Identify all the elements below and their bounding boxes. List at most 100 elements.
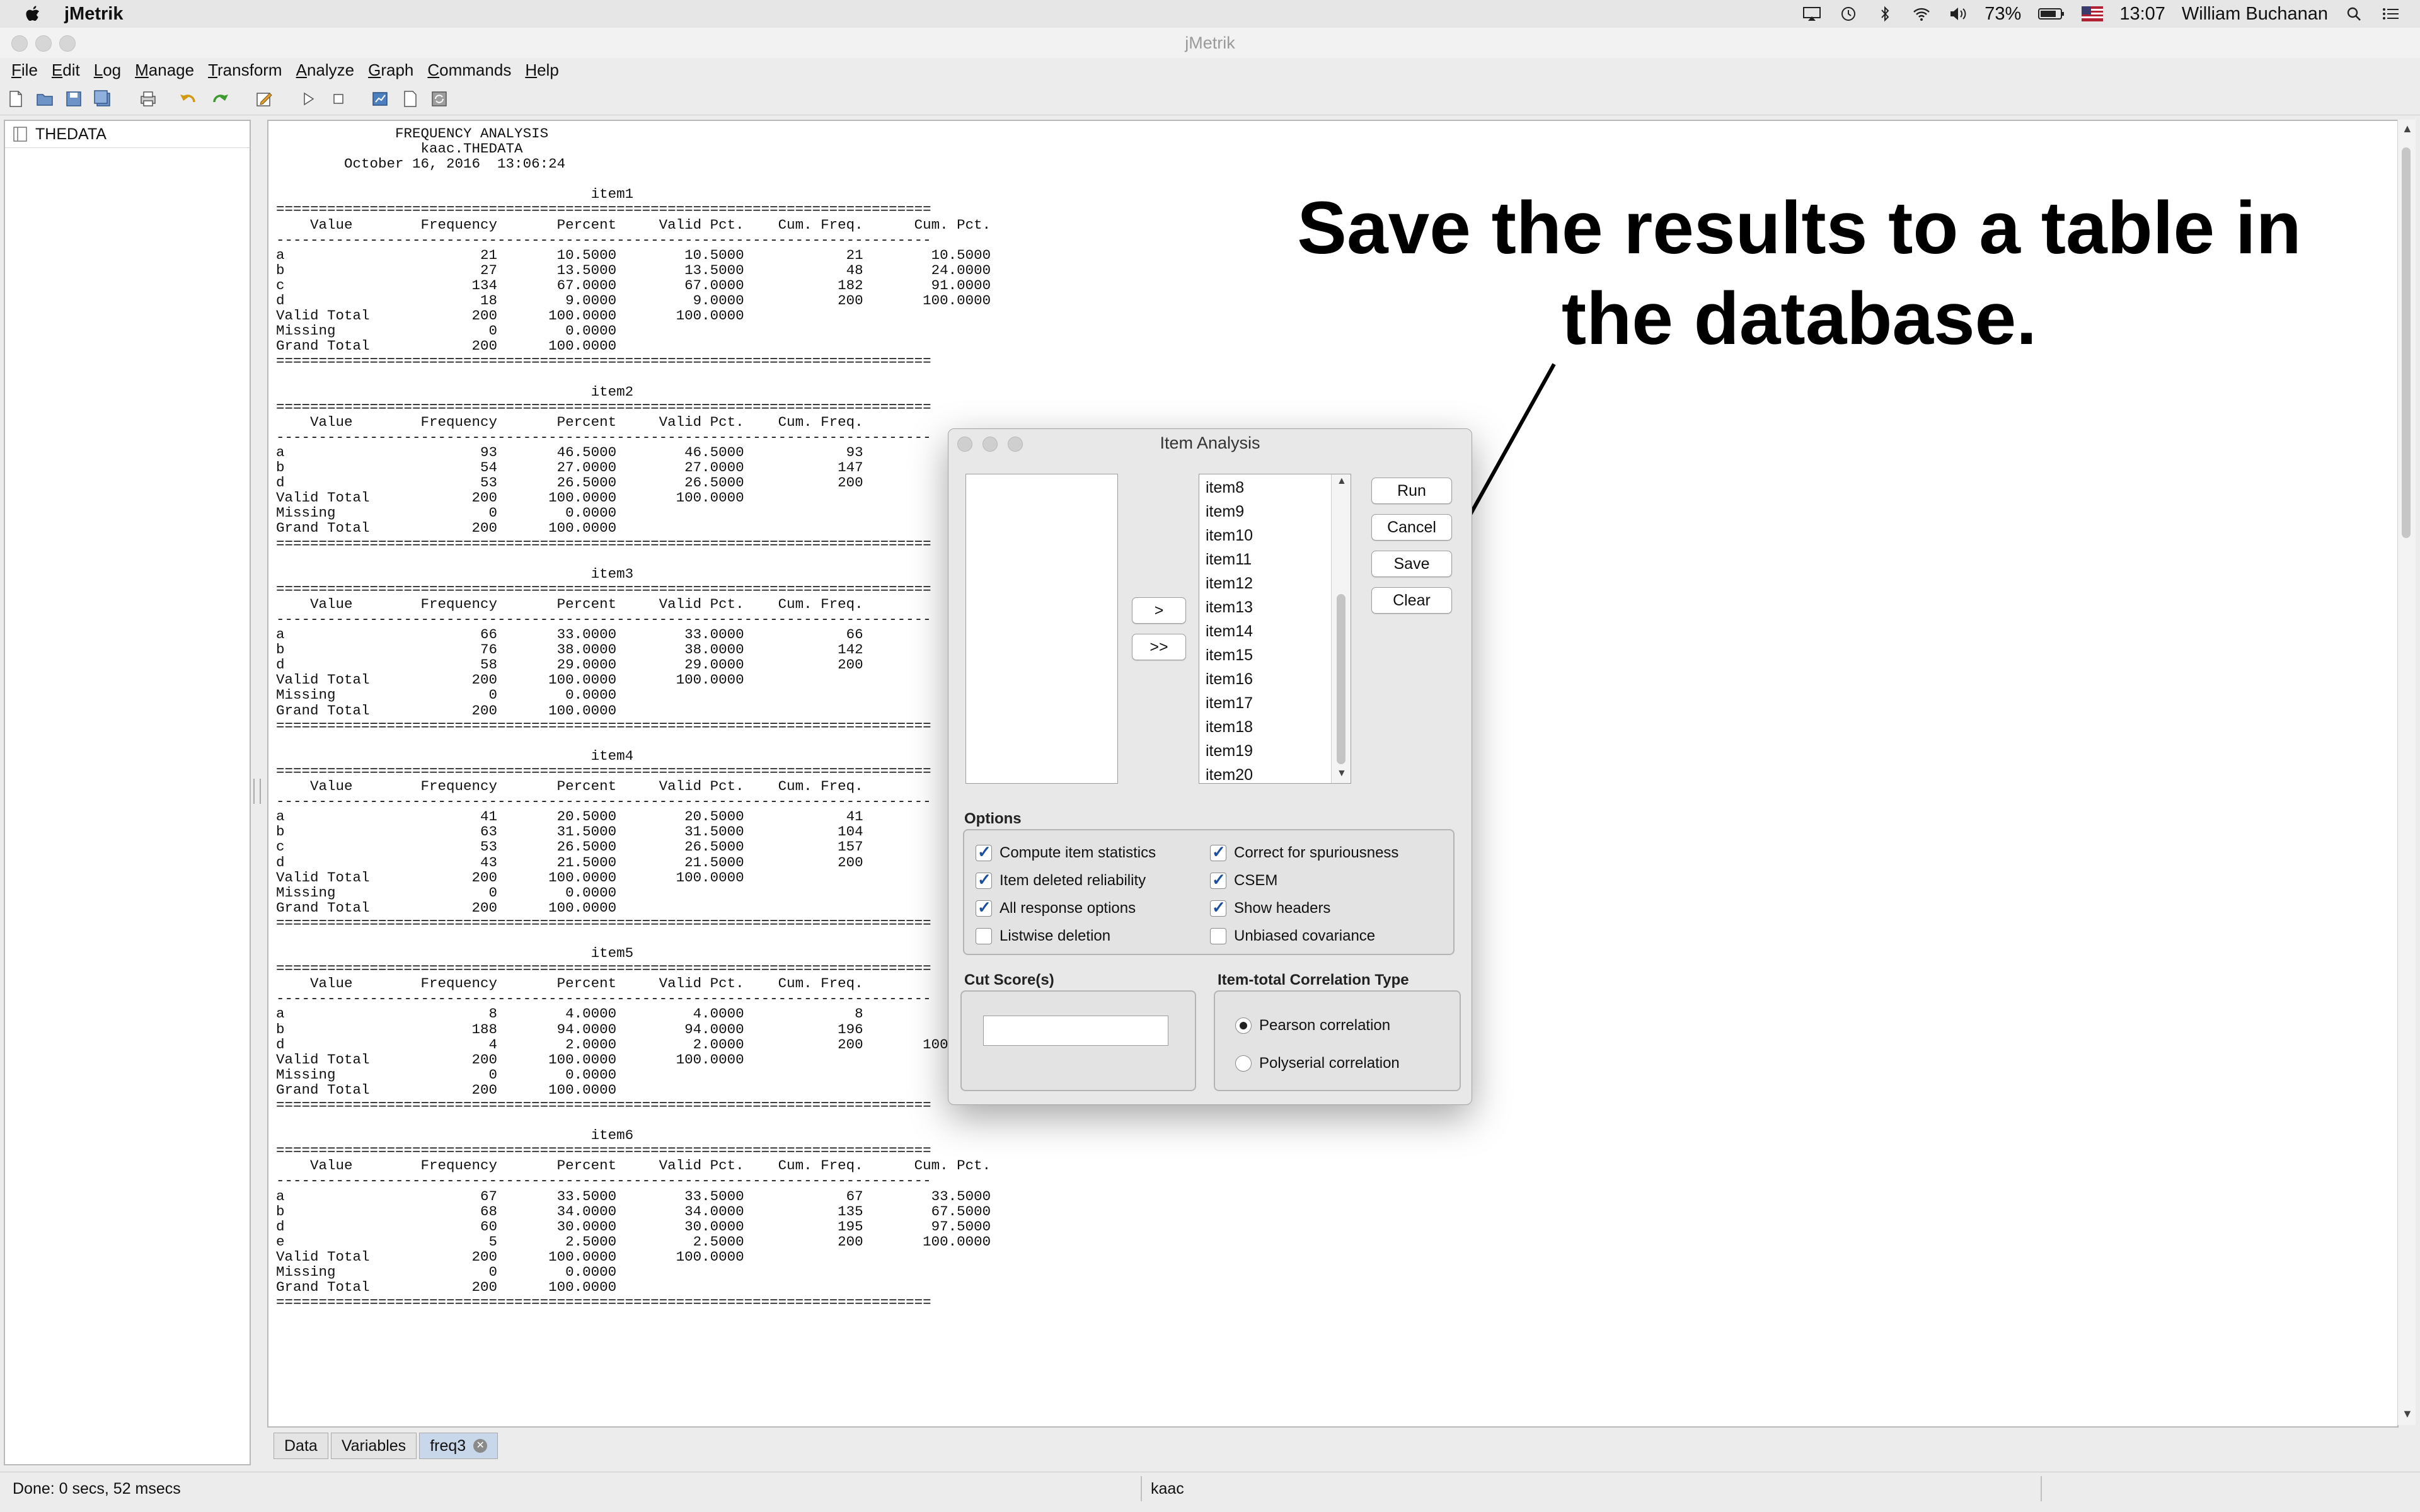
menu-graph[interactable]: Graph — [368, 60, 413, 80]
checkbox-icon[interactable] — [1210, 870, 1226, 890]
menu-transform[interactable]: Transform — [208, 60, 282, 80]
clock[interactable]: 13:07 — [2119, 4, 2165, 25]
cancel-button[interactable]: Cancel — [1371, 514, 1452, 541]
list-item[interactable]: item16 — [1206, 667, 1253, 691]
tab-variables[interactable]: Variables — [330, 1433, 417, 1459]
menu-manage[interactable]: Manage — [135, 60, 194, 80]
output-scrollbar[interactable]: ▲ ▼ — [2397, 120, 2416, 1425]
undo-icon[interactable] — [179, 89, 198, 108]
option-compute-item-statistics[interactable]: Compute item statistics — [976, 842, 1156, 862]
checkbox-icon[interactable] — [976, 842, 992, 862]
menu-help[interactable]: Help — [525, 60, 558, 80]
list-item[interactable]: item11 — [1206, 547, 1253, 571]
items-scrollbar[interactable]: ▲ ▼ — [1331, 474, 1351, 783]
scroll-down-icon[interactable]: ▼ — [2402, 1407, 2413, 1421]
refresh-icon[interactable] — [430, 89, 449, 108]
save-all-icon[interactable] — [93, 89, 112, 108]
wifi-icon[interactable] — [1911, 6, 1932, 22]
list-item[interactable]: item9 — [1206, 500, 1253, 524]
move-all-button[interactable]: >> — [1132, 634, 1186, 660]
options-group-label: Options — [964, 810, 1022, 827]
list-item[interactable]: item15 — [1206, 643, 1253, 667]
option-all-response-options[interactable]: All response options — [976, 898, 1136, 917]
list-item[interactable]: item17 — [1206, 691, 1253, 715]
panel-splitter[interactable] — [253, 779, 261, 804]
checkbox-icon[interactable] — [1210, 928, 1226, 944]
scrollbar-thumb[interactable] — [1337, 594, 1345, 764]
airplay-icon[interactable] — [1802, 6, 1822, 22]
scroll-down-icon[interactable]: ▼ — [1337, 768, 1347, 779]
radio-icon[interactable] — [1235, 1055, 1252, 1072]
menu-file[interactable]: File — [11, 60, 38, 80]
print-icon[interactable] — [139, 89, 158, 108]
list-item[interactable]: item14 — [1206, 619, 1253, 643]
list-item[interactable]: item12 — [1206, 571, 1253, 595]
tree-item-thedata[interactable]: THEDATA — [5, 121, 250, 148]
run-button[interactable]: Run — [1371, 478, 1452, 504]
close-tab-icon[interactable]: ✕ — [473, 1439, 488, 1453]
status-extra — [2042, 1476, 2415, 1501]
new-file-icon[interactable] — [6, 89, 25, 108]
list-item[interactable]: item13 — [1206, 595, 1253, 619]
us-flag-icon[interactable] — [2082, 6, 2104, 22]
option-item-deleted-reliability[interactable]: Item deleted reliability — [976, 870, 1146, 890]
move-selected-button[interactable]: > — [1132, 597, 1186, 624]
clear-button[interactable]: Clear — [1371, 587, 1452, 614]
list-item[interactable]: item10 — [1206, 524, 1253, 547]
status-database: kaac — [1143, 1476, 2042, 1501]
app-menu-bar: File Edit Log Manage Transform Analyze G… — [0, 58, 2420, 82]
checkbox-icon[interactable] — [976, 898, 992, 917]
cut-score-input[interactable] — [983, 1016, 1168, 1046]
checkbox-icon[interactable] — [976, 928, 992, 944]
save-button[interactable]: Save — [1371, 551, 1452, 577]
status-bar: Done: 0 secs, 52 msecs kaac — [0, 1472, 2420, 1508]
scroll-up-icon[interactable]: ▲ — [2402, 122, 2413, 135]
radio-pearson-correlation[interactable]: Pearson correlation — [1235, 1017, 1390, 1034]
checkbox-icon[interactable] — [1210, 842, 1226, 862]
edit-syntax-icon[interactable] — [255, 89, 274, 108]
available-items-list[interactable]: item8 item9 item10 item11 item12 item13 … — [1199, 474, 1351, 784]
window-close-button[interactable] — [11, 35, 28, 52]
app-name[interactable]: jMetrik — [64, 4, 123, 25]
save-icon[interactable] — [64, 89, 83, 108]
list-item[interactable]: item19 — [1206, 739, 1253, 763]
bluetooth-icon[interactable] — [1875, 6, 1895, 22]
radio-polyserial-correlation[interactable]: Polyserial correlation — [1235, 1055, 1400, 1072]
option-listwise-deletion[interactable]: Listwise deletion — [976, 927, 1110, 945]
checkbox-icon[interactable] — [976, 870, 992, 890]
apple-icon[interactable] — [24, 3, 43, 25]
document-icon[interactable] — [401, 89, 420, 108]
option-unbiased-covariance[interactable]: Unbiased covariance — [1210, 927, 1375, 945]
list-item[interactable]: item20 — [1206, 763, 1253, 783]
time-machine-icon[interactable] — [1838, 6, 1858, 22]
list-item[interactable]: item18 — [1206, 715, 1253, 739]
scrollbar-thumb[interactable] — [2402, 147, 2411, 538]
user-name[interactable]: William Buchanan — [2182, 4, 2328, 25]
checkbox-icon[interactable] — [1210, 898, 1226, 917]
tab-data[interactable]: Data — [274, 1433, 328, 1459]
list-item[interactable]: item8 — [1206, 476, 1253, 500]
menu-edit[interactable]: Edit — [52, 60, 80, 80]
selected-variables-list[interactable] — [965, 474, 1118, 784]
window-minimize-button[interactable] — [35, 35, 52, 52]
notification-center-icon[interactable] — [2381, 6, 2401, 22]
option-label: Item deleted reliability — [1000, 872, 1146, 889]
tab-freq3[interactable]: freq3 ✕ — [419, 1433, 498, 1459]
radio-icon[interactable] — [1235, 1017, 1252, 1034]
option-csem[interactable]: CSEM — [1210, 870, 1277, 890]
option-correct-for-spuriousness[interactable]: Correct for spuriousness — [1210, 842, 1398, 862]
stop-icon[interactable] — [329, 89, 348, 108]
window-zoom-button[interactable] — [59, 35, 76, 52]
redo-icon[interactable] — [210, 89, 229, 108]
menu-analyze[interactable]: Analyze — [296, 60, 355, 80]
scroll-up-icon[interactable]: ▲ — [1337, 476, 1347, 487]
option-show-headers[interactable]: Show headers — [1210, 898, 1330, 917]
spotlight-search-icon[interactable] — [2344, 6, 2365, 22]
menu-commands[interactable]: Commands — [427, 60, 511, 80]
battery-icon[interactable] — [2037, 6, 2065, 22]
volume-icon[interactable] — [1948, 6, 1968, 22]
chart-icon[interactable] — [371, 89, 389, 108]
open-folder-icon[interactable] — [35, 89, 54, 108]
menu-log[interactable]: Log — [94, 60, 121, 80]
run-icon[interactable] — [299, 89, 318, 108]
